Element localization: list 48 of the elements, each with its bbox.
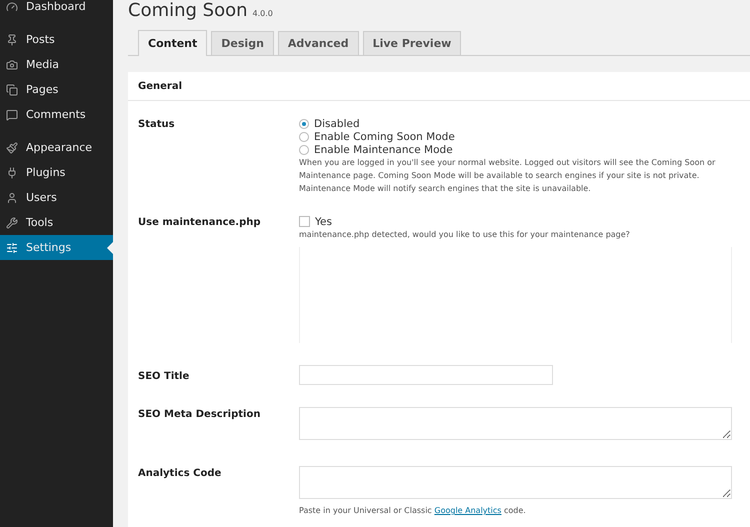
pages-icon: [6, 84, 18, 96]
help-text: When you are logged in you'll see your normal website. Logged out visitors will see the Coming Soon or Maintenance page. Coming Soon Mode will be available to search engines if your site is not private. Maintenance Mode will notify search engines that the site is unavailable.: [299, 157, 716, 195]
tab[interactable]: Advanced: [278, 31, 359, 55]
plug-icon: [6, 166, 18, 178]
sidebar-item[interactable]: Pages: [0, 77, 113, 102]
pin-icon: [6, 34, 18, 46]
radio-button[interactable]: [299, 144, 309, 154]
field-label: Use maintenance.php: [138, 216, 262, 230]
tab[interactable]: Design: [211, 31, 274, 55]
checkbox[interactable]: [299, 216, 310, 227]
camera-icon: [6, 58, 18, 70]
field-label: SEO Title: [138, 370, 190, 382]
sliders-icon: [6, 242, 18, 254]
analytics-link[interactable]: Google Analytics: [434, 506, 502, 515]
input-field[interactable]: [299, 407, 732, 440]
sidebar-item[interactable]: Media: [0, 52, 113, 77]
sidebar-item[interactable]: Dashboard: [0, 0, 113, 19]
tab[interactable]: Content: [138, 30, 208, 56]
sidebar-item[interactable]: Plugins: [0, 160, 113, 185]
paintbrush-icon: [6, 142, 18, 154]
help-text: maintenance.php detected, would you like to use this for your maintenance page?: [299, 229, 631, 241]
sidebar-item[interactable]: Comments: [0, 102, 113, 127]
user-icon: [6, 192, 18, 204]
page-title: Coming Soon: [128, 0, 248, 21]
current-page-pointer: [107, 242, 113, 254]
speech-bubble-icon: [6, 108, 18, 120]
version-label: 4.0.0: [252, 9, 273, 18]
input-field[interactable]: [299, 365, 553, 385]
sidebar-item[interactable]: Appearance: [0, 135, 113, 160]
field-label: Status: [138, 118, 176, 132]
radio-button[interactable]: [299, 118, 309, 128]
input-field[interactable]: [299, 466, 732, 499]
wrench-icon: [6, 216, 18, 228]
sidebar-item[interactable]: Posts: [0, 27, 113, 52]
section-header: General: [128, 72, 750, 101]
sidebar-item[interactable]: Tools: [0, 210, 113, 235]
radio-option[interactable]: Enable Coming Soon Mode: [299, 130, 732, 143]
tab[interactable]: Live Preview: [362, 31, 462, 55]
radio-option[interactable]: Disabled: [299, 117, 732, 130]
field-label: SEO Meta Description: [138, 408, 262, 422]
help-text: Paste in your Universal or Classic Google Analytics code.: [299, 505, 527, 517]
radio-button[interactable]: [299, 132, 309, 142]
field-label: Analytics Code: [138, 467, 222, 481]
sidebar-item[interactable]: Users: [0, 185, 113, 210]
checkbox-option[interactable]: Yes: [299, 215, 732, 228]
sidebar-item[interactable]: Settings: [0, 235, 113, 260]
gauge-icon: [6, 0, 18, 12]
radio-option[interactable]: Enable Maintenance Mode: [299, 143, 732, 156]
